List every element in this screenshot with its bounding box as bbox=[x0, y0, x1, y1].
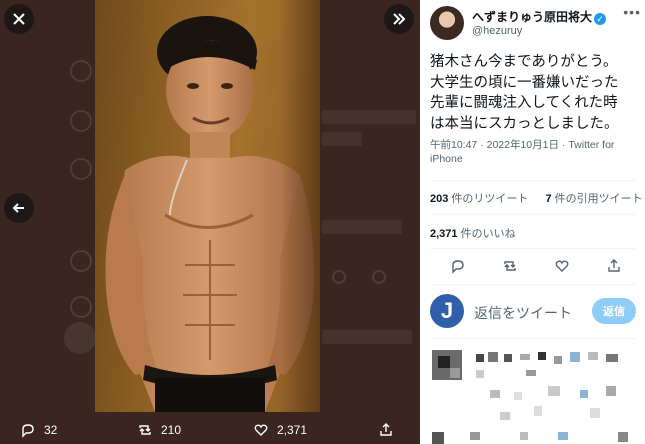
divider bbox=[430, 284, 635, 285]
tweet-action-bar bbox=[430, 258, 635, 274]
media-retweet-count: 210 bbox=[161, 423, 182, 437]
likes-label: 件のいいね bbox=[457, 228, 516, 240]
divider bbox=[430, 248, 635, 249]
tweet-author[interactable]: へずまりゅう原田将大 ✓ @hezuruy bbox=[430, 6, 640, 42]
verified-badge-icon: ✓ bbox=[594, 13, 607, 25]
avatar[interactable] bbox=[430, 6, 464, 40]
reply-button[interactable]: 返信 bbox=[592, 298, 636, 324]
divider bbox=[430, 180, 635, 181]
retweet-icon bbox=[139, 425, 151, 435]
tweet-text-line: 猪木さん今までありがとう。 bbox=[430, 54, 618, 70]
quotes-link[interactable]: 7 件の引用ツイート bbox=[545, 193, 642, 205]
media-action-bar: 32 210 2,371 bbox=[0, 418, 420, 444]
tweet-detail-panel: へずまりゅう原田将大 ✓ @hezuruy ••• 猪木さん今までありがとう。 大… bbox=[420, 0, 645, 444]
tweet-timestamp: 午前10:47 · 2022年10月1日 · Twitter for iPhon… bbox=[430, 138, 635, 166]
double-chevron-right-icon[interactable] bbox=[384, 4, 414, 34]
retweets-label: 件のリツイート bbox=[448, 193, 529, 205]
heart-icon bbox=[254, 424, 268, 436]
likes-number: 2,371 bbox=[430, 228, 458, 240]
retweet-icon[interactable] bbox=[502, 258, 518, 274]
dimmed-timeline bbox=[322, 80, 420, 440]
dimmed-sidebar bbox=[60, 0, 96, 444]
share-icon[interactable] bbox=[606, 258, 622, 274]
author-name-text: へずまりゅう原田将大 bbox=[472, 10, 593, 24]
share-icon bbox=[380, 423, 392, 436]
author-handle[interactable]: @hezuruy bbox=[472, 25, 522, 37]
media-reply-button[interactable]: 32 bbox=[20, 422, 57, 438]
media-share-button[interactable] bbox=[378, 422, 394, 438]
close-icon[interactable] bbox=[4, 4, 34, 34]
tweet-source-app[interactable]: iPhone bbox=[430, 153, 463, 165]
divider bbox=[430, 214, 635, 215]
avatar[interactable]: J bbox=[430, 294, 464, 328]
more-dots-icon[interactable]: ••• bbox=[623, 4, 641, 20]
tweet-text-line: 大学生の頃に一番嫌いだった bbox=[430, 74, 619, 91]
tweet-text: 猪木さん今までありがとう。 大学生の頃に一番嫌いだった 先輩に闘魂注入してくれた… bbox=[430, 52, 642, 134]
reply-icon[interactable] bbox=[450, 258, 466, 274]
heart-icon[interactable] bbox=[554, 258, 570, 274]
media-retweet-button[interactable]: 210 bbox=[137, 422, 181, 438]
divider bbox=[430, 338, 635, 339]
tweet-text-line: 先輩に闘魂注入してくれた時 bbox=[430, 95, 618, 111]
media-reply-count: 32 bbox=[44, 423, 58, 437]
author-name[interactable]: へずまりゅう原田将大 ✓ bbox=[472, 8, 607, 25]
media-like-count: 2,371 bbox=[277, 423, 308, 437]
tweet-time[interactable]: 午前10:47 · 2022年10月1日 · Twitter for bbox=[430, 139, 614, 151]
media-like-button[interactable]: 2,371 bbox=[253, 422, 307, 438]
quotes-label: 件の引用ツイート bbox=[551, 193, 643, 205]
reply-composer: J 返信をツイート 返信 bbox=[430, 294, 640, 328]
tweet-photo[interactable] bbox=[95, 0, 320, 412]
blurred-reply bbox=[430, 346, 640, 444]
retweets-number: 203 bbox=[430, 193, 449, 205]
reply-input[interactable]: 返信をツイート bbox=[474, 303, 572, 323]
reply-icon bbox=[22, 424, 34, 438]
retweet-quote-stats: 203 件のリツイート 7 件の引用ツイート bbox=[430, 190, 643, 206]
retweets-link[interactable]: 203 件のリツイート bbox=[430, 193, 528, 205]
tweet-text-line: は本当にスカっとしました。 bbox=[430, 115, 619, 132]
arrow-left-icon[interactable] bbox=[4, 193, 34, 223]
likes-link[interactable]: 2,371 件のいいね bbox=[430, 225, 516, 241]
